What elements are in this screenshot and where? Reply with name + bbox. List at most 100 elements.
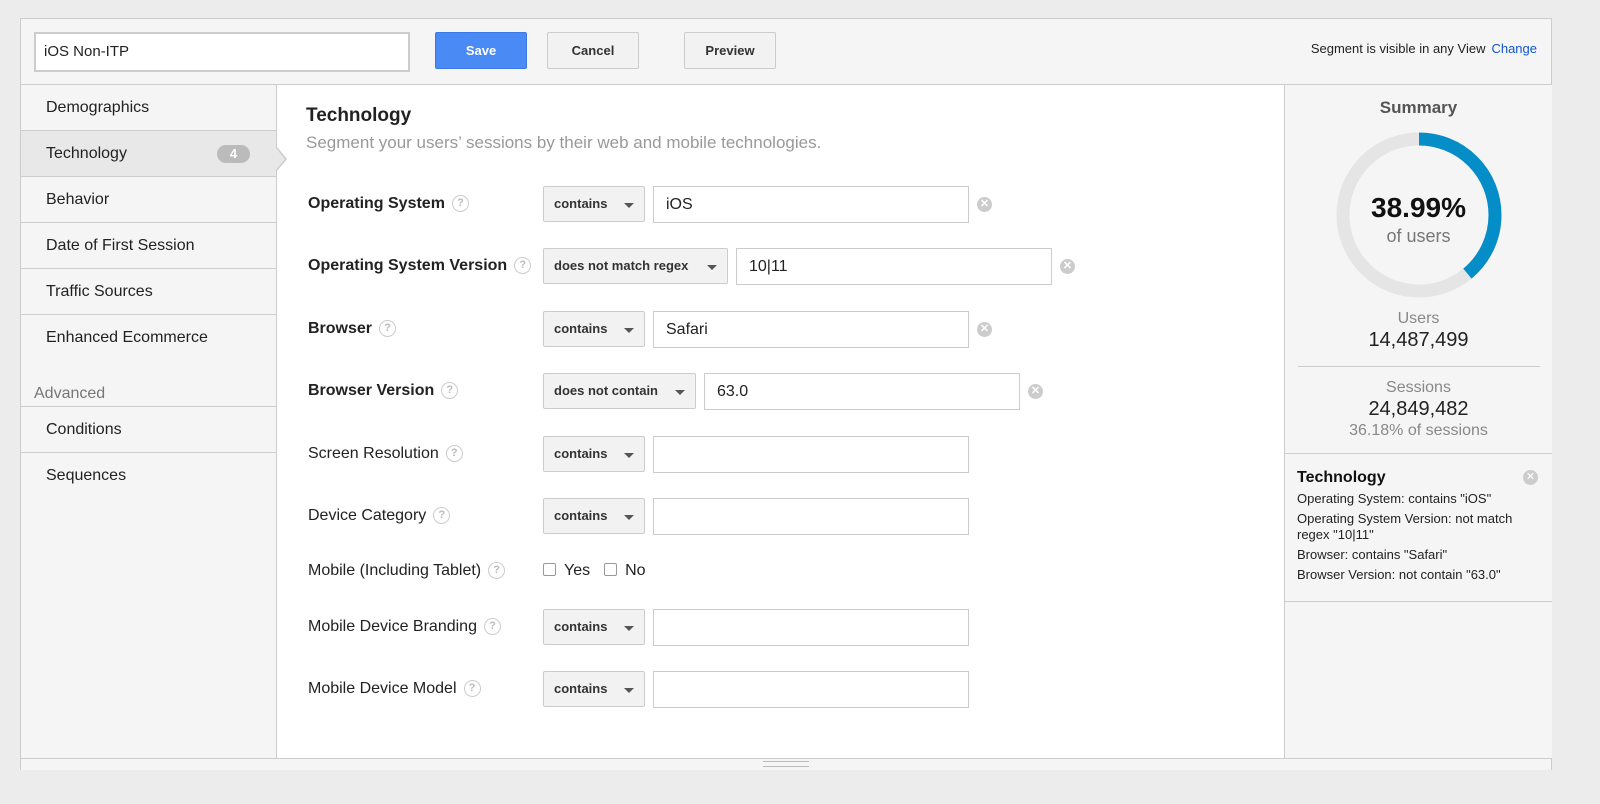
checkbox-icon[interactable] <box>543 563 556 576</box>
help-icon[interactable]: ? <box>451 195 469 213</box>
condition-label: Browser? <box>308 311 397 347</box>
chevron-down-icon <box>624 515 634 520</box>
sidebar-item-traffic-sources[interactable]: Traffic Sources <box>21 269 276 315</box>
condition-value-input[interactable] <box>653 498 969 535</box>
condition-count-badge: 4 <box>217 145 250 163</box>
divider <box>1298 366 1540 367</box>
operator-value: contains <box>554 681 608 696</box>
chevron-down-icon <box>624 203 634 208</box>
help-icon[interactable]: ? <box>463 680 481 698</box>
condition-label: Mobile Device Model? <box>308 671 481 707</box>
checkbox-label: No <box>625 562 646 579</box>
sidebar-item-label: Enhanced Ecommerce <box>46 329 208 346</box>
condition-value-input[interactable]: 63.0 <box>704 373 1020 410</box>
clear-icon[interactable]: ✕ <box>1060 259 1075 274</box>
save-button[interactable]: Save <box>435 32 527 69</box>
operator-value: contains <box>554 196 608 211</box>
condition-value-input[interactable] <box>653 609 969 646</box>
condition-row-operating-system: Operating System? contains iOS ✕ <box>308 186 1208 223</box>
cancel-button[interactable]: Cancel <box>547 32 639 69</box>
operator-select[interactable]: contains <box>543 436 645 472</box>
condition-label: Browser Version? <box>308 373 459 409</box>
operator-select[interactable]: contains <box>543 311 645 347</box>
help-icon[interactable]: ? <box>488 562 506 580</box>
resize-bar <box>21 758 1551 770</box>
help-icon[interactable]: ? <box>445 445 463 463</box>
segment-name-input[interactable]: iOS Non-ITP <box>34 32 410 72</box>
operator-value: does not match regex <box>554 258 689 273</box>
sidebar-item-label: Behavior <box>46 191 110 208</box>
summary-panel: Summary 38.99% of users Users 14,487,499… <box>1284 85 1552 758</box>
summary-line: Browser: contains "Safari" <box>1297 547 1448 562</box>
operator-value: contains <box>554 446 608 461</box>
sidebar-item-conditions[interactable]: Conditions <box>21 407 276 453</box>
page-title: Technology <box>306 105 412 126</box>
page-subtitle: Segment your users’ sessions by their we… <box>306 133 822 152</box>
sidebar-item-date-of-first-session[interactable]: Date of First Session <box>21 223 276 269</box>
help-icon[interactable]: ? <box>379 320 397 338</box>
checkbox-yes[interactable]: Yes <box>543 562 590 579</box>
condition-value-input[interactable]: iOS <box>653 186 969 223</box>
condition-value-input[interactable]: Safari <box>653 311 969 348</box>
help-icon[interactable]: ? <box>514 257 532 275</box>
clear-icon[interactable]: ✕ <box>1028 384 1043 399</box>
visibility-info: Segment is visible in any View Change <box>1311 41 1537 56</box>
sessions-percent: 36.18% of sessions <box>1349 422 1488 439</box>
operator-select[interactable]: does not contain <box>543 373 696 409</box>
help-icon[interactable]: ? <box>433 507 451 525</box>
help-icon[interactable]: ? <box>441 382 459 400</box>
help-icon[interactable]: ? <box>483 618 501 636</box>
resize-handle[interactable] <box>763 761 809 767</box>
operator-select[interactable]: contains <box>543 498 645 534</box>
preview-button[interactable]: Preview <box>684 32 776 69</box>
condition-label-text: Mobile Device Model <box>308 680 457 697</box>
operator-value: does not contain <box>554 383 658 398</box>
top-bar: iOS Non-ITP Save Cancel Preview Segment … <box>21 19 1551 85</box>
condition-value-input[interactable]: 10|11 <box>736 248 1052 285</box>
condition-row-mobile-including-tablet: Mobile (Including Tablet)? Yes No <box>308 553 1208 589</box>
checkbox-no[interactable]: No <box>604 562 646 579</box>
condition-row-mobile-device-model: Mobile Device Model? contains <box>308 671 1208 708</box>
operator-select[interactable]: contains <box>543 609 645 645</box>
advanced-heading: Advanced <box>21 361 276 407</box>
clear-icon[interactable]: ✕ <box>977 322 992 337</box>
condition-value-input[interactable] <box>653 436 969 473</box>
sidebar-item-technology[interactable]: Technology 4 <box>21 131 276 177</box>
operator-select[interactable]: contains <box>543 186 645 222</box>
clear-icon[interactable]: ✕ <box>977 197 992 212</box>
chevron-down-icon <box>624 328 634 333</box>
condition-label-text: Mobile (Including Tablet) <box>308 562 482 579</box>
summary-line: Browser Version: not contain "63.0" <box>1297 567 1501 582</box>
condition-row-device-category: Device Category? contains <box>308 498 1208 535</box>
condition-row-browser-version: Browser Version? does not contain 63.0 ✕ <box>308 373 1208 410</box>
condition-label-text: Mobile Device Branding <box>308 618 477 635</box>
operator-value: contains <box>554 321 608 336</box>
condition-value-input[interactable] <box>653 671 969 708</box>
users-value: 14,487,499 <box>1368 329 1469 351</box>
sidebar-item-label: Demographics <box>46 99 150 116</box>
of-users-label: of users <box>1386 226 1451 246</box>
sidebar-item-enhanced-ecommerce[interactable]: Enhanced Ecommerce <box>21 315 276 361</box>
remove-technology-icon[interactable]: ✕ <box>1523 470 1538 485</box>
sidebar-item-behavior[interactable]: Behavior <box>21 177 276 223</box>
mobile-options: Yes No <box>543 553 660 589</box>
operator-select[interactable]: does not match regex <box>543 248 728 284</box>
chevron-down-icon <box>624 626 634 631</box>
operator-select[interactable]: contains <box>543 671 645 707</box>
condition-label: Screen Resolution? <box>308 436 463 472</box>
sidebar: Demographics Technology 4 Behavior Date o… <box>21 85 277 758</box>
percent-users: 38.99% <box>1371 192 1466 223</box>
condition-label-text: Browser <box>308 320 373 337</box>
condition-label: Operating System Version? <box>308 248 532 284</box>
segment-editor: iOS Non-ITP Save Cancel Preview Segment … <box>20 18 1552 770</box>
sidebar-item-sequences[interactable]: Sequences <box>21 453 276 499</box>
sessions-label: Sessions <box>1386 379 1451 396</box>
sidebar-item-label: Sequences <box>46 467 127 484</box>
change-link[interactable]: Change <box>1491 41 1537 56</box>
sidebar-item-demographics[interactable]: Demographics <box>21 85 276 131</box>
summary-line: Operating System: contains "iOS" <box>1297 491 1492 506</box>
chevron-down-icon <box>675 390 685 395</box>
checkbox-icon[interactable] <box>604 563 618 576</box>
technology-panel: Technology Segment your users’ sessions … <box>277 85 1284 758</box>
chevron-down-icon <box>707 265 717 270</box>
